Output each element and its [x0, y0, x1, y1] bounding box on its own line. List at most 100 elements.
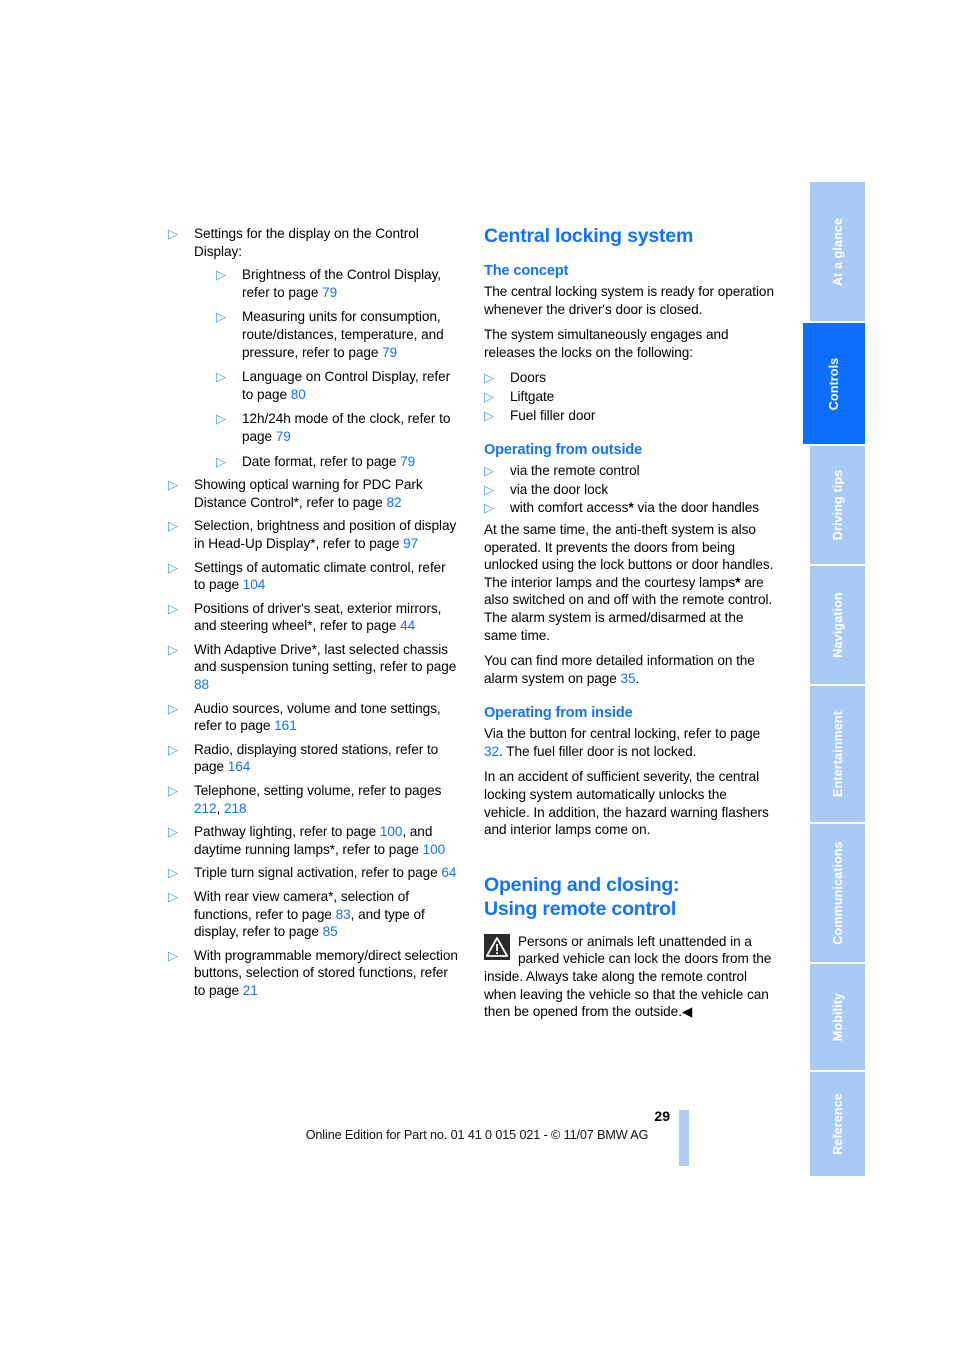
- triangle-bullet-icon: ▷: [168, 741, 178, 757]
- triangle-bullet-icon: ▷: [484, 407, 494, 423]
- sidebar-tab-mobility[interactable]: Mobility: [810, 964, 865, 1072]
- list-item: ▷ Measuring units for consumption, route/…: [216, 308, 460, 361]
- sidebar-tab-entertainment[interactable]: Entertainment: [810, 686, 865, 824]
- page-reference[interactable]: 64: [441, 865, 456, 880]
- list-item: ▷ Settings for the display on the Contro…: [168, 225, 460, 470]
- sidebar-tab-navigation[interactable]: Navigation: [810, 566, 865, 686]
- list-item: ▷ Showing optical warning for PDC Park Di…: [168, 476, 460, 511]
- inside-paragraph-1: Via the button for central locking, refe…: [484, 725, 776, 760]
- list-item-text: Brightness of the Control Display, refer…: [242, 267, 442, 300]
- list-item: ▷ Selection, brightness and position of d…: [168, 517, 460, 552]
- page-reference[interactable]: 100: [380, 824, 403, 839]
- page-reference[interactable]: 35: [620, 671, 635, 686]
- section-end-mark: ◀: [681, 1004, 692, 1020]
- section-operating-from-inside: Operating from inside Via the button for…: [484, 704, 776, 839]
- triangle-bullet-icon: ▷: [168, 700, 178, 716]
- list-item: ▷ Settings of automatic climate control, …: [168, 559, 460, 594]
- sidebar-tab-label: Controls: [827, 357, 841, 410]
- page-reference[interactable]: 79: [322, 285, 337, 300]
- triangle-bullet-icon: ▷: [168, 947, 178, 963]
- inside-paragraph-1-before: Via the button for central locking, refe…: [484, 726, 761, 742]
- list-item-text: Language on Control Display, refer to pa…: [242, 369, 451, 402]
- page-reference[interactable]: 218: [224, 801, 247, 816]
- sidebar-tab-label: Mobility: [830, 992, 845, 1042]
- triangle-bullet-icon: ▷: [484, 370, 494, 386]
- page-reference[interactable]: 85: [323, 924, 338, 939]
- page-reference[interactable]: 83: [336, 907, 351, 922]
- triangle-bullet-icon: ▷: [168, 477, 178, 493]
- list-item-text: Pathway lighting, refer to page: [194, 824, 380, 840]
- list-item: ▷ With programmable memory/direct selecti…: [168, 947, 460, 1000]
- page-reference[interactable]: 82: [387, 495, 402, 510]
- sidebar-tab-at-a-glance[interactable]: At a glance: [810, 182, 865, 323]
- list-item: ▷ Liftgate: [484, 388, 776, 406]
- outside-paragraph-2-after: .: [635, 670, 640, 686]
- list-item: ▷ Triple turn signal activation, refer to…: [168, 864, 460, 882]
- sidebar-tab-label: Communications: [830, 841, 845, 945]
- page-reference[interactable]: 161: [274, 718, 297, 733]
- list-item-text: Audio sources, volume and tone settings,…: [194, 700, 441, 734]
- sidebar-tab-controls[interactable]: Controls: [803, 323, 865, 446]
- page-number: 29: [654, 1108, 670, 1124]
- triangle-bullet-icon: ▷: [484, 388, 494, 404]
- list-item-text: via the door lock: [510, 481, 609, 497]
- list-item: ▷ Brightness of the Control Display, refe…: [216, 266, 460, 301]
- list-item-text: Settings for the display on the Control …: [194, 226, 419, 259]
- triangle-bullet-icon: ▷: [168, 518, 178, 534]
- page-reference[interactable]: 44: [400, 618, 415, 633]
- outside-methods-list: ▷ via the remote control ▷ via the door lo…: [484, 462, 776, 517]
- section-operating-from-outside: Operating from outside ▷ via the remote c…: [484, 441, 776, 687]
- triangle-bullet-icon: ▷: [216, 267, 226, 283]
- triangle-bullet-icon: ▷: [168, 783, 178, 799]
- page-reference[interactable]: 79: [276, 429, 291, 444]
- right-column: Central locking system The concept The c…: [484, 225, 776, 1021]
- display-settings-sublist: ▷ Brightness of the Control Display, refe…: [216, 266, 460, 470]
- list-item-text: With Adaptive Drive*, last selected chas…: [194, 641, 457, 675]
- triangle-bullet-icon: ▷: [168, 600, 178, 616]
- page-reference[interactable]: 100: [423, 842, 446, 857]
- warning-notice: Persons or animals left unattended in a …: [484, 933, 776, 1021]
- opening-closing-heading-line-1: Opening and closing:: [484, 873, 680, 896]
- concept-paragraph-1: The central locking system is ready for …: [484, 284, 774, 317]
- inside-paragraph-2: In an accident of sufficient severity, t…: [484, 769, 769, 838]
- warning-text: Persons or animals left unattended in a …: [484, 933, 772, 1020]
- page-reference[interactable]: 97: [403, 536, 418, 551]
- list-item-text: Measuring units for consumption, route/d…: [242, 309, 444, 360]
- sidebar-tab-label: Navigation: [830, 592, 845, 658]
- page-reference[interactable]: 21: [243, 983, 258, 998]
- list-item-text: Telephone, setting volume, refer to page…: [194, 783, 442, 799]
- list-item-text-mid: ,: [216, 800, 224, 816]
- sidebar-tab-label: Entertainment: [830, 711, 845, 797]
- warning-triangle-icon: [484, 933, 510, 960]
- triangle-bullet-icon: ▷: [216, 369, 226, 385]
- chapter-tab-sidebar: At a glance Controls Driving tips Naviga…: [803, 182, 865, 1176]
- list-item: ▷ Date format, refer to page 79: [216, 453, 460, 471]
- triangle-bullet-icon: ▷: [484, 463, 494, 479]
- page-reference[interactable]: 88: [194, 677, 209, 692]
- list-item-text: with comfort access: [510, 500, 629, 516]
- page-reference[interactable]: 212: [194, 801, 217, 816]
- list-item-text: Settings of automatic climate control, r…: [194, 559, 446, 593]
- page-title-central-locking: Central locking system: [484, 225, 694, 247]
- page-reference[interactable]: 79: [400, 454, 415, 469]
- page-reference[interactable]: 80: [291, 387, 306, 402]
- opening-closing-heading-line-2: Using remote control: [484, 897, 677, 920]
- page-reference[interactable]: 79: [382, 345, 397, 360]
- list-item-text: Liftgate: [510, 388, 555, 404]
- page-reference[interactable]: 164: [228, 759, 251, 774]
- list-item-text: Triple turn signal activation, refer to …: [194, 865, 442, 881]
- list-item: ▷ Fuel filler door: [484, 407, 776, 425]
- page-reference[interactable]: 104: [243, 577, 266, 592]
- list-item: ▷ with comfort access* via the door handl…: [484, 499, 776, 517]
- sidebar-tab-reference[interactable]: Reference: [810, 1072, 865, 1176]
- list-item-text: Date format, refer to page: [242, 453, 401, 469]
- sidebar-tab-label: Reference: [830, 1093, 845, 1155]
- sidebar-tab-driving-tips[interactable]: Driving tips: [810, 446, 865, 566]
- triangle-bullet-icon: ▷: [168, 865, 178, 881]
- triangle-bullet-icon: ▷: [168, 889, 178, 904]
- page-reference[interactable]: 32: [484, 744, 499, 759]
- section-heading-operating-from-outside: Operating from outside: [484, 442, 643, 459]
- section-opening-and-closing: Opening and closing: Using remote control…: [484, 873, 776, 1021]
- sidebar-tab-communications[interactable]: Communications: [810, 824, 865, 964]
- section-heading-operating-from-inside: Operating from inside: [484, 705, 633, 722]
